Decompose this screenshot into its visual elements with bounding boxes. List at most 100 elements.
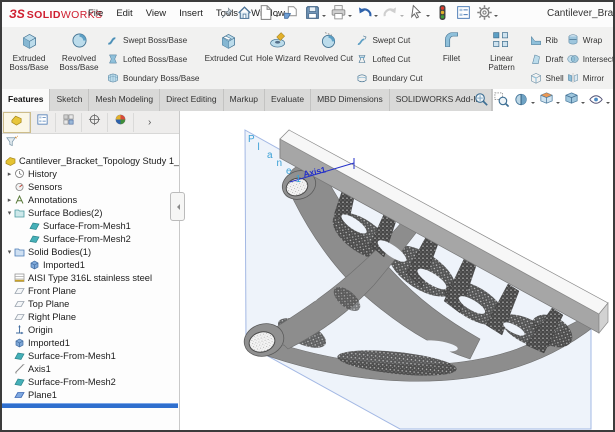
heads-up-view-toolbar [473, 91, 610, 113]
zoom-to-area-button[interactable] [493, 91, 510, 113]
fillet-button[interactable]: Fillet [427, 28, 477, 63]
tab-mbd-dimensions[interactable]: MBD Dimensions [311, 89, 390, 111]
panel-tab-featuremanager-design-tree[interactable] [4, 113, 30, 132]
tree-item-axis1[interactable]: Axis1 [2, 362, 179, 375]
lofted-boss-button[interactable]: Lofted Boss/Base [106, 50, 199, 69]
tree-item-history[interactable]: ▸History [2, 167, 179, 180]
shell-button[interactable]: Shell [529, 69, 564, 88]
rollback-bar[interactable] [2, 403, 178, 408]
graphics-area[interactable]: Axis1 Plane1 [180, 111, 613, 430]
panel-collapse-handle[interactable] [170, 192, 185, 221]
select-cursor-icon [408, 4, 425, 26]
panel-tab-displaymanager[interactable] [108, 113, 134, 132]
save-dropdown-caret[interactable] [322, 15, 326, 19]
options-gear-dropdown-caret[interactable] [494, 15, 498, 19]
tree-item-surface-from-mesh2[interactable]: Surface-From-Mesh2 [2, 232, 179, 245]
tree-item-top-plane[interactable]: Top Plane [2, 297, 179, 310]
tree-item-surface-from-mesh1[interactable]: Surface-From-Mesh1 [2, 349, 179, 362]
extruded-boss-button[interactable]: Extruded Boss/Base [4, 28, 54, 73]
menu-view[interactable]: View [146, 8, 166, 19]
tab-markup[interactable]: Markup [224, 89, 265, 111]
lofted-cut-button[interactable]: Lofted Cut [355, 50, 422, 69]
expand-arrow-icon[interactable]: ▾ [5, 209, 14, 217]
wrap-button[interactable]: Wrap [566, 31, 614, 50]
hide-show-items-button[interactable] [588, 91, 610, 113]
tree-item-surface-from-mesh1[interactable]: Surface-From-Mesh1 [2, 219, 179, 232]
solid-icon [29, 259, 40, 270]
boundary-boss-button[interactable]: Boundary Boss/Base [106, 69, 199, 88]
tree-item-imported1[interactable]: Imported1 [2, 258, 179, 271]
revolved-boss-button[interactable]: Revolved Boss/Base [54, 28, 104, 73]
new-file-button[interactable] [256, 3, 280, 27]
tree-item-origin[interactable]: Origin [2, 323, 179, 336]
menu-file[interactable]: File [88, 8, 103, 19]
tree-item-sensors[interactable]: Sensors [2, 180, 179, 193]
intersect-button[interactable]: Intersect [566, 50, 614, 69]
expand-arrow-icon[interactable]: ▸ [5, 170, 14, 178]
undo-button[interactable] [355, 3, 379, 27]
boundary-cut-button[interactable]: Boundary Cut [355, 69, 422, 88]
ribbon-group-0: Extruded Boss/BaseRevolved Boss/BaseSwep… [2, 27, 201, 89]
view-orientation-dropdown-caret[interactable] [556, 102, 560, 106]
print-icon [330, 4, 347, 26]
mirror-button[interactable]: Mirror [566, 69, 614, 88]
menu-edit[interactable]: Edit [116, 8, 132, 19]
tree-item-right-plane[interactable]: Right Plane [2, 310, 179, 323]
new-file-dropdown-caret[interactable] [275, 15, 279, 19]
select-cursor-button[interactable] [407, 3, 431, 27]
print-dropdown-caret[interactable] [348, 15, 352, 19]
hole-wizard-button[interactable]: Hole Wizard [253, 28, 303, 63]
pin-menu-icon[interactable] [220, 6, 234, 25]
print-button[interactable] [329, 3, 353, 27]
linear-pattern-button[interactable]: Linear Pattern [477, 28, 527, 73]
options-gear-button[interactable] [475, 3, 499, 27]
open-file-button[interactable] [282, 3, 301, 27]
tree-item-imported1[interactable]: Imported1 [2, 336, 179, 349]
draft-icon [529, 52, 546, 68]
tree-item-annotations[interactable]: ▸Annotations [2, 193, 179, 206]
tree-label: Surface-From-Mesh2 [43, 234, 131, 244]
panel-expand-chevron[interactable]: › [148, 117, 151, 128]
draft-button[interactable]: Draft [529, 50, 564, 69]
display-style-button[interactable] [563, 91, 585, 113]
tab-mesh-modeling[interactable]: Mesh Modeling [89, 89, 160, 111]
redo-dropdown-caret[interactable] [400, 15, 404, 19]
revolved-cut-button[interactable]: Revolved Cut [303, 28, 353, 63]
tree-item-cantilever-bracket-topology-st[interactable]: Cantilever_Bracket_Topology Study 1_smoo… [2, 154, 179, 167]
menu-insert[interactable]: Insert [179, 8, 203, 19]
expand-arrow-icon[interactable]: ▸ [5, 196, 14, 204]
tree-item-aisi-type-316l-stainless-steel[interactable]: AISI Type 316L stainless steel [2, 271, 179, 284]
save-button[interactable] [303, 3, 327, 27]
tree-item-surface-bodies-2-[interactable]: ▾Surface Bodies(2) [2, 206, 179, 219]
file-properties-button[interactable] [454, 3, 473, 27]
tree-item-solid-bodies-1-[interactable]: ▾Solid Bodies(1) [2, 245, 179, 258]
extruded-cut-button[interactable]: Extruded Cut [203, 28, 253, 63]
ribbon-col: Swept CutLofted CutBoundary Cut [355, 28, 422, 88]
swept-cut-button[interactable]: Swept Cut [355, 31, 422, 50]
annotations-icon [14, 194, 25, 205]
panel-tab-propertymanager[interactable] [30, 113, 56, 132]
tree-item-plane1[interactable]: Plane1 [2, 388, 179, 401]
expand-arrow-icon[interactable]: ▾ [5, 248, 14, 256]
panel-tab-dimxpertmanager[interactable] [82, 113, 108, 132]
hide-show-items-dropdown-caret[interactable] [606, 102, 610, 106]
section-view-button[interactable] [513, 91, 535, 113]
filter-icon[interactable] [5, 135, 18, 153]
rebuild-traffic-light-button[interactable] [433, 3, 452, 27]
tab-features[interactable]: Features [2, 89, 50, 111]
tree-item-front-plane[interactable]: Front Plane [2, 284, 179, 297]
tree-item-surface-from-mesh2[interactable]: Surface-From-Mesh2 [2, 375, 179, 388]
tab-direct-editing[interactable]: Direct Editing [160, 89, 224, 111]
select-cursor-dropdown-caret[interactable] [426, 15, 430, 19]
view-orientation-button[interactable] [538, 91, 560, 113]
panel-tab-configurationmanager[interactable] [56, 113, 82, 132]
undo-dropdown-caret[interactable] [374, 15, 378, 19]
display-style-dropdown-caret[interactable] [581, 102, 585, 106]
tab-evaluate[interactable]: Evaluate [265, 89, 311, 111]
swept-boss-button[interactable]: Swept Boss/Base [106, 31, 199, 50]
tab-sketch[interactable]: Sketch [50, 89, 89, 111]
section-view-dropdown-caret[interactable] [531, 102, 535, 106]
zoom-to-fit-button[interactable] [473, 91, 490, 113]
rib-button[interactable]: Rib [529, 31, 564, 50]
home-button[interactable] [235, 3, 254, 27]
